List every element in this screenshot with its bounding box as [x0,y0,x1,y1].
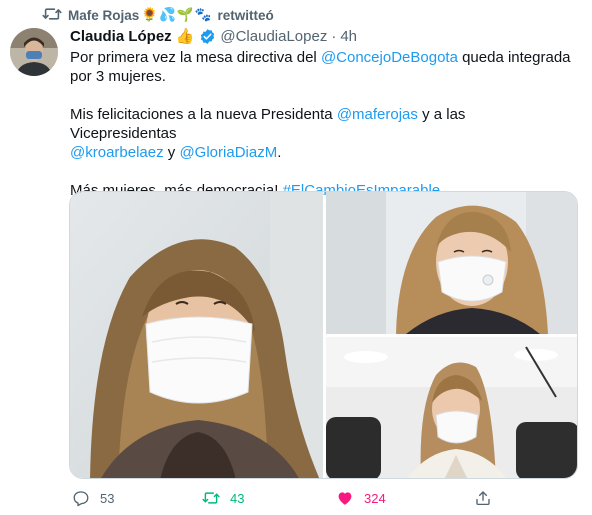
photo-3[interactable] [326,337,577,478]
text-segment: Mis felicitaciones a la nueva Presidenta [70,106,337,123]
reply-button[interactable]: 53 [72,484,114,512]
retweet-action-icon [202,492,220,504]
verified-icon [201,28,215,44]
separator-dot: · [331,27,337,45]
action-bar: 53 43 324 [0,484,592,512]
retweet-count: 43 [230,490,245,506]
text-segment: y [163,144,180,161]
avatar[interactable] [10,28,58,76]
author-handle[interactable]: @ClaudiaLopez [220,28,327,45]
tweet-text: Por primera vez la mesa directiva del @C… [70,48,575,200]
text-line-4: @kroarbelaez y @GloriaDiazM. [70,143,575,162]
text-line-2: por 3 mujeres. [70,68,166,85]
photo-1[interactable] [70,192,323,478]
tweet[interactable]: Mafe Rojas 🌻💦🌱🐾 retwitteó Claudia López 👍… [0,0,592,515]
photo-2[interactable] [326,192,577,334]
retweet-label: retwitteó [217,7,274,23]
retweet-button[interactable]: 43 [202,484,244,512]
mention-kroarbelaez[interactable]: @kroarbelaez [70,144,164,161]
timestamp[interactable]: 4h [340,28,357,45]
author-name[interactable]: Claudia López [70,28,172,45]
heart-icon [338,492,352,505]
share-button[interactable] [474,484,492,512]
text-line-1: Por primera vez la mesa directiva del @C… [70,48,575,67]
mention-maferojas[interactable]: @maferojas [337,106,418,123]
retweeter-name[interactable]: Mafe Rojas [68,8,139,23]
mention-concejo[interactable]: @ConcejoDeBogota [321,49,458,66]
media-grid [69,191,578,479]
author-emoji: 👍 [175,28,195,45]
text-segment: . [277,144,282,161]
mention-gloriadiazm[interactable]: @GloriaDiazM [179,144,277,161]
reply-icon [73,491,89,507]
tweet-header: Claudia López 👍 @ClaudiaLopez · 4h [70,27,357,46]
text-line-3: Mis felicitaciones a la nueva Presidenta… [70,105,575,143]
retweet-icon [42,8,62,20]
retweeter-emojis: 🌻💦🌱🐾 [141,7,213,22]
share-icon [476,491,490,506]
text-segment: queda integrada [457,49,571,66]
text-segment: Por primera vez la mesa directiva del [70,49,321,66]
retweet-context: Mafe Rojas 🌻💦🌱🐾 retwitteó [68,6,274,24]
like-count: 324 [364,490,386,506]
like-button[interactable]: 324 [336,484,386,512]
reply-count: 53 [100,490,115,506]
